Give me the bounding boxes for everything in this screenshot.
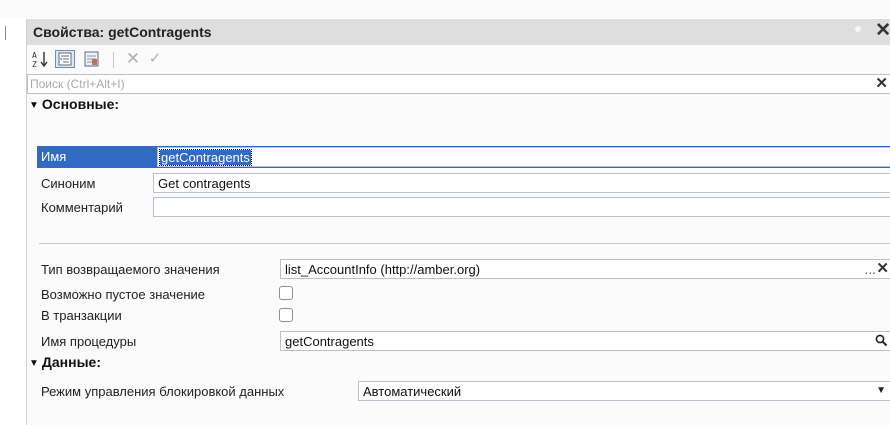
delete-icon[interactable]: ✕ bbox=[123, 50, 143, 68]
lock-mode-value: Автоматический bbox=[363, 384, 462, 399]
svg-text:Z: Z bbox=[32, 60, 37, 68]
toolbar-separator bbox=[113, 52, 114, 68]
toolbar: A Z ✕ ✓ bbox=[27, 45, 890, 73]
procedure-field[interactable]: getContragents bbox=[280, 331, 890, 351]
expand-triangle-icon: ▼ bbox=[29, 358, 39, 369]
nullable-label: Возможно пустое значение bbox=[41, 287, 205, 302]
apply-icon[interactable]: ✓ bbox=[145, 50, 165, 68]
categories-icon[interactable] bbox=[55, 50, 75, 68]
search-input[interactable] bbox=[30, 76, 850, 92]
property-row-name[interactable]: Имя getContragents bbox=[37, 146, 890, 168]
lock-mode-label: Режим управления блокировкой данных bbox=[41, 384, 285, 399]
synonym-field[interactable]: Get contragents bbox=[153, 173, 890, 193]
group-data-label: Данные: bbox=[41, 354, 101, 370]
search-procedure-icon[interactable] bbox=[875, 334, 888, 347]
return-type-field[interactable]: list_AccountInfo (http://amber.org) ... … bbox=[280, 259, 890, 279]
pin-icon[interactable] bbox=[855, 26, 861, 32]
section-divider bbox=[39, 243, 890, 244]
sort-az-icon[interactable]: A Z bbox=[31, 50, 51, 68]
name-value[interactable]: getContragents bbox=[159, 149, 252, 166]
comment-label: Комментарий bbox=[41, 200, 123, 215]
group-data[interactable]: ▼ Данные: bbox=[29, 354, 101, 370]
synonym-label: Синоним bbox=[41, 176, 96, 191]
lock-mode-select[interactable]: Автоматический ▼ bbox=[358, 381, 890, 401]
search-box: ✕ bbox=[27, 74, 890, 94]
comment-field[interactable] bbox=[153, 197, 890, 217]
top-strip bbox=[0, 0, 890, 18]
transaction-label: В транзакции bbox=[41, 308, 122, 323]
expand-triangle-icon: ▼ bbox=[29, 100, 39, 111]
property-sheet-icon[interactable] bbox=[82, 50, 102, 68]
transaction-checkbox[interactable] bbox=[279, 308, 293, 322]
return-type-label: Тип возвращаемого значения bbox=[41, 262, 220, 277]
procedure-label: Имя процедуры bbox=[41, 334, 137, 349]
chevron-down-icon[interactable]: ▼ bbox=[876, 385, 886, 396]
panel-title: Свойства: getContragents bbox=[33, 24, 212, 40]
group-main[interactable]: ▼ Основные: bbox=[29, 96, 119, 112]
synonym-value: Get contragents bbox=[158, 176, 251, 191]
svg-text:A: A bbox=[32, 51, 37, 60]
procedure-value: getContragents bbox=[285, 334, 374, 349]
clear-type-button[interactable]: ✕ bbox=[876, 260, 889, 278]
name-field[interactable]: getContragents bbox=[157, 147, 890, 167]
group-main-label: Основные: bbox=[41, 96, 120, 112]
nullable-checkbox[interactable] bbox=[279, 286, 293, 300]
properties-panel: Свойства: getContragents ✕ A Z ✕ ✓ ✕ ▼Ос… bbox=[26, 19, 890, 425]
title-bar: Свойства: getContragents ✕ bbox=[27, 19, 890, 45]
name-label: Имя bbox=[41, 149, 67, 164]
splitter-mark[interactable] bbox=[5, 26, 6, 40]
clear-search-button[interactable]: ✕ bbox=[875, 75, 888, 93]
return-type-value: list_AccountInfo (http://amber.org) bbox=[285, 262, 481, 277]
select-type-button[interactable]: ... bbox=[864, 260, 876, 278]
close-button[interactable]: ✕ bbox=[875, 21, 890, 41]
